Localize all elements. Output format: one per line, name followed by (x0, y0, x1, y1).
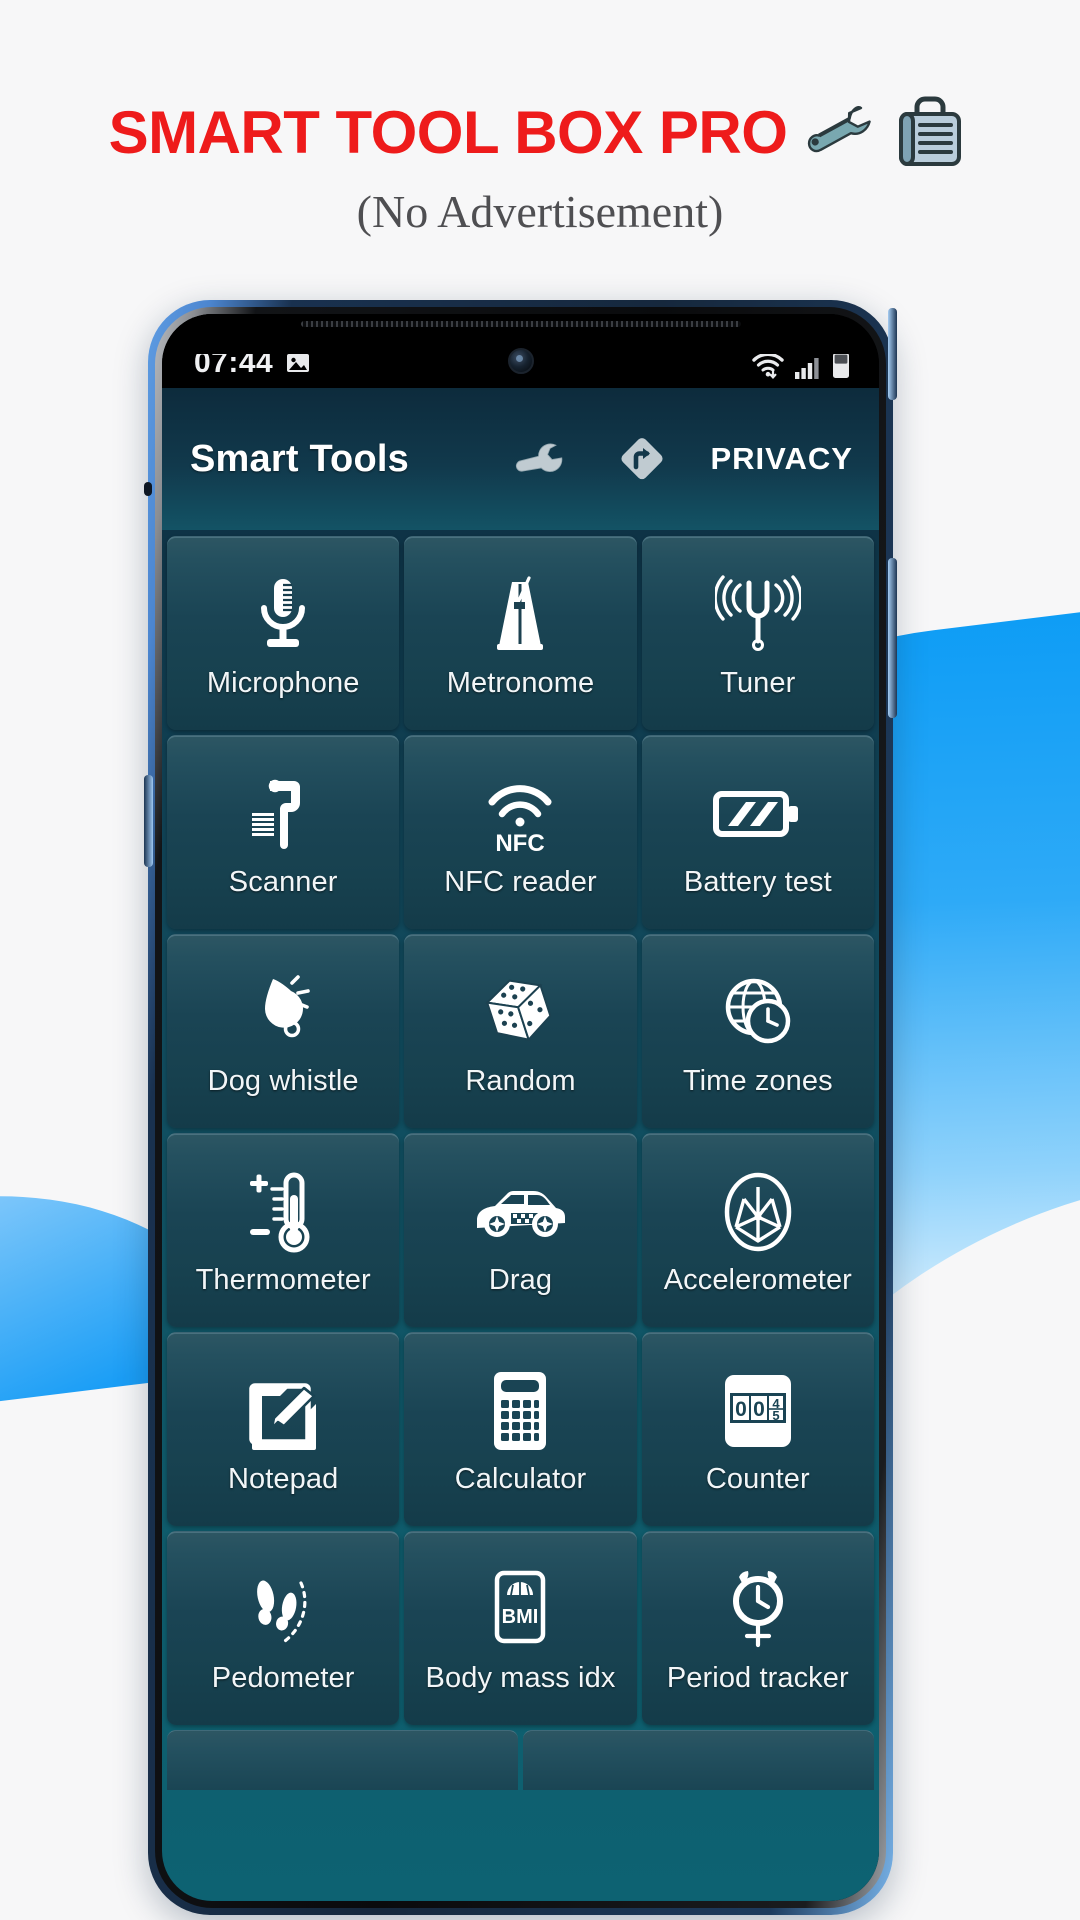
promo-subtitle: (No Advertisement) (356, 186, 724, 237)
tile-tuner[interactable]: Tuner (641, 536, 874, 730)
battery-test-icon (712, 766, 804, 862)
tile-period-tracker[interactable]: Period tracker (641, 1531, 874, 1725)
phone-button-volume[interactable] (888, 308, 897, 400)
promo-screenshot: SMART TOOL BOX PRO (No Advertisement) 07… (0, 0, 1080, 1920)
phone-bezel: 07:44 Smart Tools PRIVACY Microphone Met… (155, 307, 886, 1908)
car-icon (469, 1164, 571, 1260)
svg-text:BMI: BMI (502, 1606, 539, 1628)
tile-microphone[interactable]: Microphone (167, 536, 400, 730)
tile-label: Counter (705, 1463, 810, 1495)
phone-button-power[interactable] (888, 558, 897, 718)
phone-mockup: 07:44 Smart Tools PRIVACY Microphone Met… (144, 300, 897, 1915)
tile-label: Time zones (682, 1065, 833, 1097)
tile-partial[interactable] (523, 1730, 874, 1790)
navigation-diamond-icon[interactable] (616, 433, 668, 485)
tile-label: Scanner (228, 866, 338, 898)
phone-screen: 07:44 Smart Tools PRIVACY Microphone Met… (162, 314, 879, 1901)
tile-pedometer[interactable]: Pedometer (167, 1531, 400, 1725)
barcode-scanner-icon (246, 766, 320, 862)
nfc-icon: NFC (478, 766, 562, 862)
tile-drag[interactable]: Drag (404, 1133, 637, 1327)
whistle-icon (243, 965, 323, 1061)
promo-header: SMART TOOL BOX PRO (No Advertisement) (0, 0, 1080, 265)
tool-grid-container[interactable]: Microphone Metronome Tuner Scanner NFC N… (162, 530, 879, 1901)
dice-icon (478, 965, 562, 1061)
app-title: Smart Tools (190, 437, 409, 480)
tile-scanner[interactable]: Scanner (167, 735, 400, 929)
privacy-button[interactable]: PRIVACY (710, 441, 853, 477)
tile-partial[interactable] (167, 1730, 518, 1790)
tile-body-mass-index[interactable]: BMI Body mass idx (404, 1531, 637, 1725)
tile-label: Body mass idx (425, 1662, 616, 1694)
svg-text:5: 5 (772, 1408, 779, 1423)
tuning-fork-icon (714, 567, 801, 663)
front-camera-icon (507, 348, 534, 374)
tile-counter[interactable]: 0 0 4 5 Counter (641, 1332, 874, 1526)
tile-time-zones[interactable]: Time zones (641, 934, 874, 1128)
tile-label: Battery test (683, 866, 832, 898)
wrench-icon (801, 94, 875, 170)
tile-calculator[interactable]: Calculator (404, 1332, 637, 1526)
toolbox-icon (889, 92, 971, 172)
tile-nfc-reader[interactable]: NFC NFC reader (404, 735, 637, 929)
tile-dog-whistle[interactable]: Dog whistle (167, 934, 400, 1128)
wrench-icon[interactable] (514, 434, 564, 484)
wifi-icon (751, 350, 785, 380)
tool-grid-next-row-partial[interactable] (167, 1730, 874, 1790)
accelerometer-icon (718, 1164, 798, 1260)
thermometer-icon (244, 1164, 322, 1260)
tile-label: Tuner (720, 667, 796, 699)
tile-thermometer[interactable]: Thermometer (167, 1133, 400, 1327)
tile-label: Random (465, 1065, 576, 1097)
earpiece-speaker (300, 321, 741, 327)
microphone-icon (247, 567, 319, 663)
phone-button-left-small[interactable] (144, 482, 152, 496)
tile-label: Microphone (206, 667, 360, 699)
svg-text:0: 0 (753, 1398, 765, 1421)
metronome-icon (485, 567, 555, 663)
tile-label: Dog whistle (207, 1065, 359, 1097)
phone-button-left[interactable] (144, 775, 153, 867)
tile-label: Accelerometer (663, 1264, 852, 1296)
tile-random[interactable]: Random (404, 934, 637, 1128)
period-clock-icon (720, 1562, 796, 1658)
tile-label: Period tracker (666, 1662, 849, 1694)
promo-title: SMART TOOL BOX PRO (108, 98, 788, 166)
tile-label: NFC reader (444, 866, 597, 898)
tool-grid: Microphone Metronome Tuner Scanner NFC N… (167, 536, 874, 1725)
tile-label: Drag (488, 1264, 553, 1296)
tile-accelerometer[interactable]: Accelerometer (641, 1133, 874, 1327)
tile-battery-test[interactable]: Battery test (641, 735, 874, 929)
battery-icon (831, 350, 851, 380)
tile-label: Metronome (446, 667, 595, 699)
tile-metronome[interactable]: Metronome (404, 536, 637, 730)
svg-text:NFC: NFC (496, 830, 545, 856)
tile-label: Notepad (227, 1463, 339, 1495)
footsteps-icon (243, 1562, 323, 1658)
tile-label: Calculator (454, 1463, 587, 1495)
tile-label: Thermometer (195, 1264, 371, 1296)
tile-notepad[interactable]: Notepad (167, 1332, 400, 1526)
signal-icon (794, 352, 822, 380)
tile-label: Pedometer (211, 1662, 355, 1694)
calculator-icon (490, 1363, 550, 1459)
notepad-pencil-icon (242, 1363, 324, 1459)
counter-icon: 0 0 4 5 (719, 1363, 797, 1459)
bmi-scale-icon: BMI (485, 1562, 555, 1658)
svg-text:0: 0 (735, 1398, 747, 1421)
globe-clock-icon (718, 965, 798, 1061)
app-bar: Smart Tools PRIVACY (162, 388, 879, 530)
